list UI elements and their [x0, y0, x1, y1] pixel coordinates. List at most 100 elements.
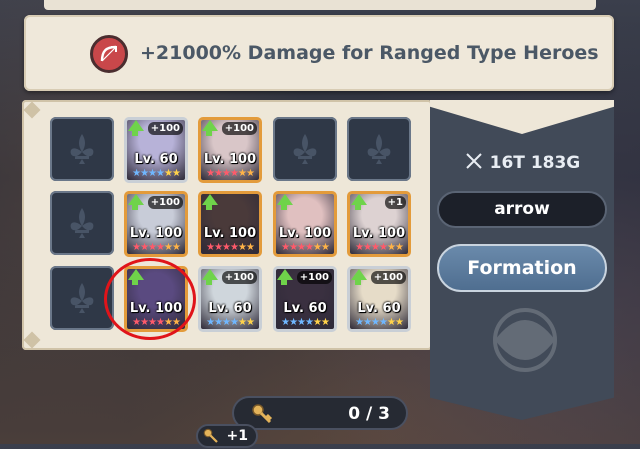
- hero-bonus-badge: +100: [221, 271, 257, 284]
- key-counter: 0 / 3: [232, 396, 408, 430]
- star-icon: ★: [222, 168, 231, 179]
- star-icon: ★: [132, 242, 141, 253]
- hero-bonus-badge: +100: [221, 122, 257, 135]
- star-icon: ★: [245, 168, 255, 179]
- hero-card[interactable]: +100 Lv. 60 ★★★★★★: [273, 266, 337, 332]
- empty-slot[interactable]: [347, 117, 411, 181]
- empty-slot[interactable]: [50, 117, 114, 181]
- star-icon: ★: [171, 242, 181, 253]
- star-icon: ★: [281, 242, 290, 253]
- hero-card[interactable]: +100 Lv. 60 ★★★★★★: [124, 117, 188, 183]
- star-icon: ★: [214, 168, 223, 179]
- star-icon: ★: [222, 317, 231, 328]
- star-icon: ★: [394, 317, 404, 328]
- star-icon: ★: [355, 242, 364, 253]
- star-rating: ★★★★★★: [278, 317, 332, 328]
- star-icon: ★: [379, 242, 388, 253]
- fleur-de-lis-icon: [70, 134, 94, 164]
- hero-level: Lv. 100: [203, 226, 257, 241]
- star-icon: ★: [206, 317, 215, 328]
- star-icon: ★: [312, 242, 322, 253]
- team-power-value: 16T 183G: [489, 153, 581, 173]
- star-icon: ★: [230, 242, 239, 253]
- hero-level: Lv. 100: [278, 226, 332, 241]
- star-icon: ★: [371, 242, 380, 253]
- corner-ornament: [23, 101, 41, 119]
- upgrade-arrow-stem: [132, 204, 138, 210]
- star-icon: ★: [371, 317, 380, 328]
- star-icon: ★: [289, 242, 298, 253]
- star-icon: ★: [297, 242, 306, 253]
- crest-emblem: [493, 308, 557, 372]
- corner-ornament: [23, 331, 41, 349]
- star-icon: ★: [230, 168, 239, 179]
- key-bonus: +1: [196, 424, 258, 448]
- type-filter-button[interactable]: arrow: [437, 191, 607, 228]
- empty-slot[interactable]: [273, 117, 337, 181]
- hero-bonus-badge: +1: [384, 196, 406, 209]
- star-rating: ★★★★★★: [352, 242, 406, 253]
- star-icon: ★: [305, 317, 314, 328]
- fleur-de-lis-icon: [293, 134, 317, 164]
- star-rating: ★★★★★★: [203, 242, 257, 253]
- star-icon: ★: [312, 317, 322, 328]
- star-icon: ★: [206, 168, 215, 179]
- upgrade-arrow-stem: [355, 279, 361, 285]
- hero-level: Lv. 60: [357, 301, 401, 316]
- hero-card[interactable]: Lv. 100 ★★★★★★: [198, 191, 262, 257]
- upgrade-arrow-stem: [281, 279, 287, 285]
- star-rating: ★★★★★★: [129, 242, 183, 253]
- star-icon: ★: [245, 317, 255, 328]
- hero-card[interactable]: +100 Lv. 60 ★★★★★★: [198, 266, 262, 332]
- top-strip: [44, 0, 596, 10]
- fleur-de-lis-icon: [70, 283, 94, 313]
- star-icon: ★: [140, 242, 149, 253]
- upgrade-arrow-stem: [206, 279, 212, 285]
- star-icon: ★: [237, 242, 247, 253]
- star-rating: ★★★★★★: [129, 168, 183, 179]
- hero-level: Lv. 100: [352, 226, 406, 241]
- fleur-de-lis-icon: [70, 208, 94, 238]
- hero-card[interactable]: +100 Lv. 100 ★★★★★★: [124, 191, 188, 257]
- star-icon: ★: [320, 317, 330, 328]
- crossed-swords-icon: [464, 152, 484, 175]
- hero-level: Lv. 60: [208, 301, 252, 316]
- hero-card[interactable]: +100 Lv. 60 ★★★★★★: [347, 266, 411, 332]
- star-rating: ★★★★★★: [278, 242, 332, 253]
- star-icon: ★: [297, 317, 306, 328]
- upgrade-arrow-stem: [281, 204, 287, 210]
- star-rating: ★★★★★★: [203, 317, 257, 328]
- star-icon: ★: [237, 317, 247, 328]
- star-icon: ★: [148, 242, 157, 253]
- star-icon: ★: [206, 242, 215, 253]
- star-icon: ★: [163, 168, 173, 179]
- star-icon: ★: [289, 317, 298, 328]
- hero-card[interactable]: +100 Lv. 100 ★★★★★★: [198, 117, 262, 183]
- key-counter-value: 0 / 3: [348, 404, 390, 424]
- empty-slot[interactable]: [50, 191, 114, 255]
- upgrade-arrow-stem: [355, 204, 361, 210]
- star-icon: ★: [386, 317, 396, 328]
- star-icon: ★: [156, 168, 165, 179]
- star-icon: ★: [140, 168, 149, 179]
- hero-bonus-badge: +100: [147, 122, 183, 135]
- team-power: 16T 183G: [430, 152, 614, 175]
- key-small-icon: [202, 427, 220, 449]
- hero-bonus-badge: +100: [147, 196, 183, 209]
- fleur-de-lis-icon: [367, 134, 391, 164]
- star-icon: ★: [355, 317, 364, 328]
- star-icon: ★: [214, 242, 223, 253]
- star-icon: ★: [148, 168, 157, 179]
- star-icon: ★: [222, 242, 231, 253]
- bonus-banner: +21000% Damage for Ranged Type Heroes: [24, 15, 614, 91]
- banner-text: +21000% Damage for Ranged Type Heroes: [140, 42, 599, 64]
- hero-level: Lv. 60: [283, 301, 327, 316]
- formation-button[interactable]: Formation: [437, 244, 607, 292]
- upgrade-arrow-stem: [206, 130, 212, 136]
- hero-card[interactable]: Lv. 100 ★★★★★★: [273, 191, 337, 257]
- star-icon: ★: [379, 317, 388, 328]
- hero-card[interactable]: +1 Lv. 100 ★★★★★★: [347, 191, 411, 257]
- hero-bonus-badge: +100: [370, 271, 406, 284]
- star-icon: ★: [281, 317, 290, 328]
- star-icon: ★: [214, 317, 223, 328]
